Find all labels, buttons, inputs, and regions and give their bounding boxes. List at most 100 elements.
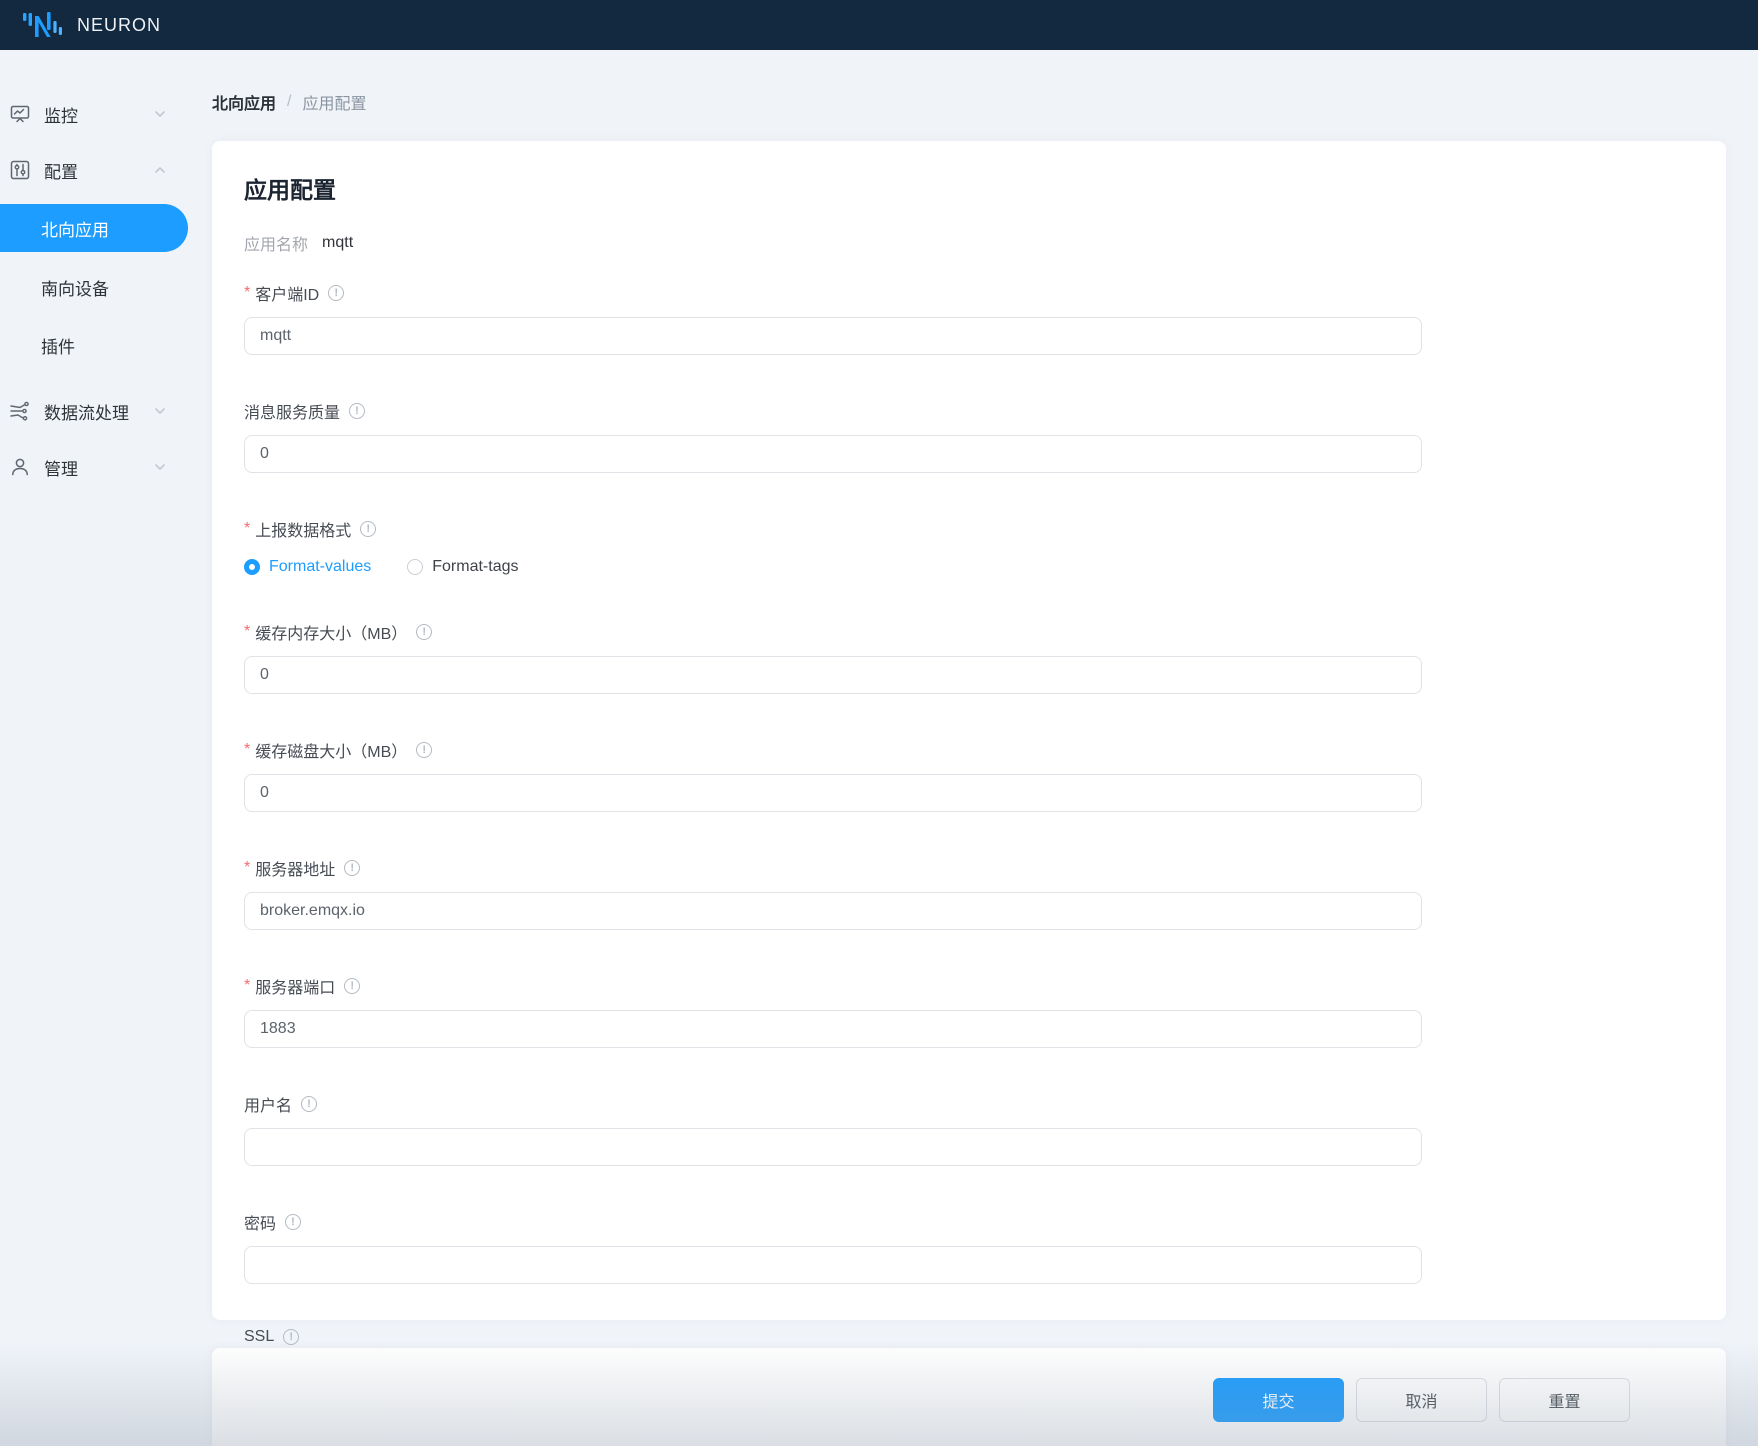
- chevron-up-icon: [153, 163, 167, 177]
- field-label: 上报数据格式: [255, 517, 351, 541]
- sidebar-subitem-label: 插件: [41, 333, 75, 358]
- breadcrumb-current: 应用配置: [302, 90, 366, 114]
- sidebar-item-configuration[interactable]: 配置: [0, 142, 200, 198]
- breadcrumb: 北向应用 / 应用配置: [212, 90, 1726, 114]
- field-label-row: 密码 !: [244, 1210, 1422, 1234]
- qos-input[interactable]: [244, 435, 1422, 473]
- field-label: 服务器端口: [255, 974, 335, 998]
- sidebar-subitem-label: 北向应用: [41, 216, 109, 241]
- required-marker: *: [244, 977, 250, 995]
- info-icon[interactable]: !: [360, 521, 376, 537]
- brand-name: NEURON: [77, 15, 161, 36]
- field-cache-disk: * 缓存磁盘大小（MB） !: [244, 738, 1422, 812]
- sidebar-subitem-label: 南向设备: [41, 275, 109, 300]
- sidebar-item-north-apps[interactable]: 北向应用: [0, 204, 188, 252]
- config-icon: [8, 158, 32, 182]
- brand: NEURON: [22, 10, 161, 40]
- sidebar: 监控 配置: [0, 50, 200, 1446]
- field-label: SSL: [244, 1328, 274, 1346]
- sidebar-item-admin[interactable]: 管理: [0, 439, 200, 495]
- field-server-port: * 服务器端口 !: [244, 974, 1422, 1048]
- page-title: 应用配置: [244, 171, 1694, 205]
- field-report-format: * 上报数据格式 ! Format-values Format-tags: [244, 517, 1422, 576]
- field-label-row: * 服务器地址 !: [244, 856, 1422, 880]
- field-label: 密码: [244, 1210, 276, 1234]
- required-marker: *: [244, 623, 250, 641]
- action-bar: 提交 取消 重置: [212, 1348, 1726, 1446]
- sidebar-item-label: 监控: [44, 102, 153, 127]
- field-label-row: * 服务器端口 !: [244, 974, 1422, 998]
- info-icon[interactable]: !: [283, 1329, 299, 1345]
- info-icon[interactable]: !: [349, 403, 365, 419]
- server-port-input[interactable]: [244, 1010, 1422, 1048]
- chevron-down-icon: [153, 460, 167, 474]
- field-label-row: * 上报数据格式 !: [244, 517, 1422, 541]
- info-icon[interactable]: !: [344, 860, 360, 876]
- info-icon[interactable]: !: [416, 624, 432, 640]
- radio-unselected-icon: [407, 559, 423, 575]
- submit-button[interactable]: 提交: [1213, 1378, 1344, 1422]
- chevron-down-icon: [153, 107, 167, 121]
- field-label-row: * 缓存磁盘大小（MB） !: [244, 738, 1422, 762]
- info-icon[interactable]: !: [285, 1214, 301, 1230]
- required-marker: *: [244, 741, 250, 759]
- password-input[interactable]: [244, 1246, 1422, 1284]
- field-label-row: SSL !: [244, 1328, 1422, 1346]
- info-icon[interactable]: !: [416, 742, 432, 758]
- top-navbar: NEURON: [0, 0, 1758, 50]
- app-name-value: mqtt: [322, 234, 353, 252]
- client-id-input[interactable]: [244, 317, 1422, 355]
- field-label: 服务器地址: [255, 856, 335, 880]
- field-qos: 消息服务质量 !: [244, 399, 1422, 473]
- breadcrumb-parent[interactable]: 北向应用: [212, 90, 276, 114]
- reset-button[interactable]: 重置: [1499, 1378, 1630, 1422]
- app-config-card: 应用配置 应用名称 mqtt * 客户端ID ! 消息服务质量 !: [212, 141, 1726, 1320]
- field-cache-mem: * 缓存内存大小（MB） !: [244, 620, 1422, 694]
- admin-icon: [8, 455, 32, 479]
- username-input[interactable]: [244, 1128, 1422, 1166]
- sidebar-item-monitoring[interactable]: 监控: [0, 86, 200, 142]
- field-label-row: 消息服务质量 !: [244, 399, 1422, 423]
- required-marker: *: [244, 859, 250, 877]
- field-username: 用户名 !: [244, 1092, 1422, 1166]
- field-server-host: * 服务器地址 !: [244, 856, 1422, 930]
- dataflow-icon: [8, 399, 32, 423]
- sidebar-item-label: 数据流处理: [44, 399, 153, 424]
- required-marker: *: [244, 520, 250, 538]
- radio-label: Format-values: [269, 558, 371, 576]
- chevron-down-icon: [153, 404, 167, 418]
- field-label: 消息服务质量: [244, 399, 340, 423]
- field-client-id: * 客户端ID !: [244, 281, 1422, 355]
- radio-label: Format-tags: [432, 558, 518, 576]
- field-label-row: * 客户端ID !: [244, 281, 1422, 305]
- field-label: 缓存磁盘大小（MB）: [255, 738, 407, 762]
- field-label: 用户名: [244, 1092, 292, 1116]
- radio-format-values[interactable]: Format-values: [244, 558, 371, 576]
- field-password: 密码 !: [244, 1210, 1422, 1284]
- sidebar-item-dataflow[interactable]: 数据流处理: [0, 383, 200, 439]
- sidebar-item-south-devices[interactable]: 南向设备: [0, 258, 200, 316]
- app-name-row: 应用名称 mqtt: [244, 231, 1694, 255]
- server-host-input[interactable]: [244, 892, 1422, 930]
- sidebar-item-plugins[interactable]: 插件: [0, 316, 200, 374]
- field-label-row: * 缓存内存大小（MB） !: [244, 620, 1422, 644]
- report-format-radio-group: Format-values Format-tags: [244, 558, 1422, 576]
- app-name-label: 应用名称: [244, 231, 308, 255]
- required-marker: *: [244, 284, 250, 302]
- field-label: 缓存内存大小（MB）: [255, 620, 407, 644]
- info-icon[interactable]: !: [344, 978, 360, 994]
- monitor-icon: [8, 102, 32, 126]
- cache-disk-input[interactable]: [244, 774, 1422, 812]
- info-icon[interactable]: !: [301, 1096, 317, 1112]
- field-label: 客户端ID: [255, 281, 319, 305]
- cancel-button[interactable]: 取消: [1356, 1378, 1487, 1422]
- radio-format-tags[interactable]: Format-tags: [407, 558, 518, 576]
- radio-selected-icon: [244, 559, 260, 575]
- sidebar-item-label: 配置: [44, 158, 153, 183]
- main-content: 北向应用 / 应用配置 应用配置 应用名称 mqtt * 客户端ID !: [200, 50, 1758, 1446]
- cache-mem-input[interactable]: [244, 656, 1422, 694]
- sidebar-item-label: 管理: [44, 455, 153, 480]
- info-icon[interactable]: !: [328, 285, 344, 301]
- field-label-row: 用户名 !: [244, 1092, 1422, 1116]
- breadcrumb-separator: /: [287, 93, 291, 111]
